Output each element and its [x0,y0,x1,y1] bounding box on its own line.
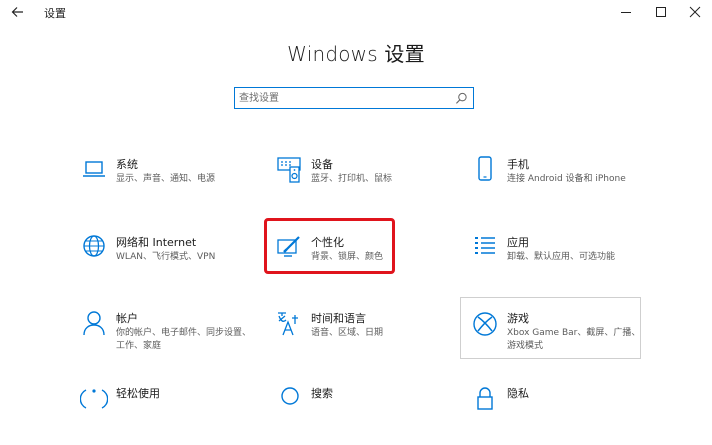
tile-name: 轻松使用 [116,387,160,400]
search-box[interactable] [234,87,474,109]
minimize-icon [621,12,631,13]
app-title: 设置 [44,7,66,20]
tile-personalization[interactable]: 个性化 背景、锁屏、颜色 [271,234,451,294]
keyboard-speaker-icon [277,157,301,183]
tile-name: 手机 [507,158,529,171]
tile-phone[interactable]: 手机 连接 Android 设备和 iPhone [467,156,647,216]
tile-privacy[interactable]: 隐私 [467,385,647,445]
tile-time-language[interactable]: 时间和语言 语音、区域、日期 [271,310,451,370]
tile-system[interactable]: 系统 显示、声音、通知、电源 [76,156,256,216]
paint-brush-icon [277,236,300,257]
tile-desc: 显示、声音、通知、电源 [116,174,216,184]
maximize-button[interactable] [646,2,676,22]
tile-desc: 卸载、默认应用、可选功能 [507,252,616,262]
back-button[interactable] [8,2,28,22]
back-arrow-icon [11,7,23,17]
tile-desc: 蓝牙、打印机、鼠标 [311,174,393,184]
person-icon [83,311,105,336]
tile-devices[interactable]: 设备 蓝牙、打印机、鼠标 [271,156,451,216]
lock-icon [477,387,493,410]
search-input[interactable] [239,90,449,106]
tile-accounts[interactable]: 帐户 你的帐户、电子邮件、同步设置、工作、家庭 [76,310,256,370]
close-button[interactable] [680,2,710,22]
time-language-icon [278,312,298,336]
tile-ease-of-access[interactable]: 轻松使用 [76,385,256,445]
close-icon [689,6,701,18]
tile-network[interactable]: 网络和 Internet WLAN、飞行模式、VPN [76,234,256,294]
tile-desc: 连接 Android 设备和 iPhone [507,174,626,184]
globe-icon [83,235,105,257]
title-bar: 设置 [0,0,712,24]
tile-name: 搜索 [311,387,333,400]
tile-name: 游戏 [507,312,529,325]
tile-name: 个性化 [311,236,344,249]
search-icon[interactable] [455,92,468,105]
tile-apps[interactable]: 应用 卸载、默认应用、可选功能 [467,234,647,294]
tile-desc: 语音、区域、日期 [311,328,384,338]
tile-name: 设备 [311,158,333,171]
tile-desc: WLAN、飞行模式、VPN [116,252,216,262]
tile-name: 系统 [116,158,138,171]
apps-list-icon [475,237,495,254]
tile-name: 应用 [507,236,529,249]
ease-of-access-icon [80,389,108,409]
laptop-icon [83,161,105,177]
tile-name: 帐户 [116,312,138,325]
xbox-icon [473,312,497,336]
search-icon [281,387,299,405]
minimize-button[interactable] [611,2,641,22]
tile-gaming[interactable]: 游戏 Xbox Game Bar、截屏、广播、游戏模式 [467,310,647,370]
tile-name: 隐私 [507,387,529,400]
tile-search[interactable]: 搜索 [271,385,451,445]
tile-desc: 背景、锁屏、颜色 [311,252,384,262]
maximize-icon [656,7,666,17]
tile-desc: Xbox Game Bar、截屏、广播、游戏模式 [507,328,641,351]
phone-icon [478,156,492,181]
page-title: Windows 设置 [287,42,425,66]
tile-name: 网络和 Internet [116,236,197,249]
tile-desc: 你的帐户、电子邮件、同步设置、工作、家庭 [116,328,252,351]
tile-name: 时间和语言 [311,312,366,325]
